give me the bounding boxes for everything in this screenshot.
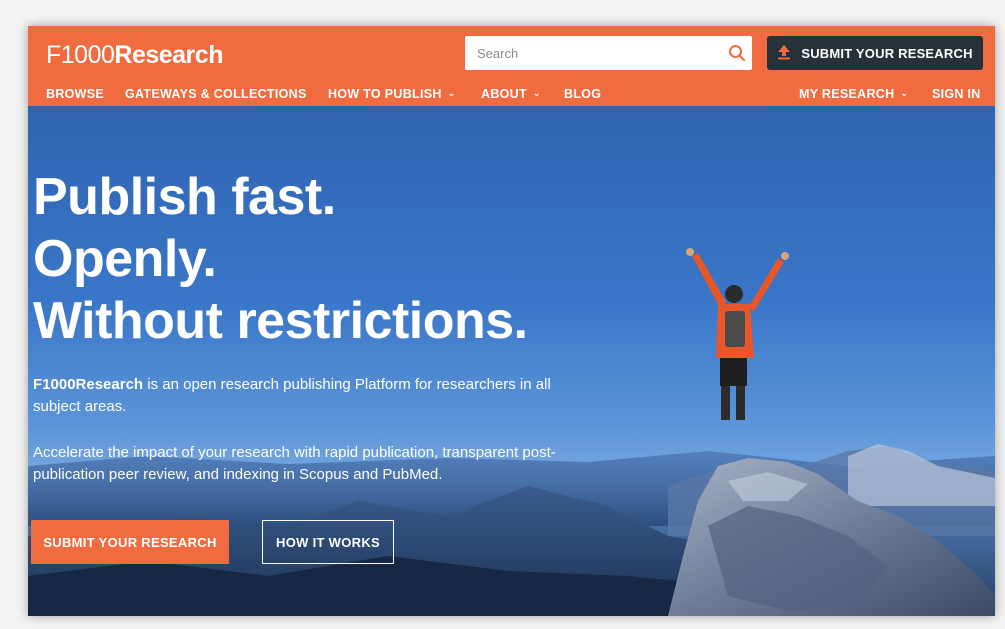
hero-intro-text: F1000Research is an open research publis… bbox=[33, 374, 593, 418]
how-it-works-button[interactable]: HOW IT WORKS bbox=[262, 520, 394, 564]
headline-line-2: Openly. bbox=[33, 230, 217, 288]
nav-how-to-publish[interactable]: HOW TO PUBLISH ⌄ bbox=[328, 87, 456, 101]
site-header: F1000Research SUBMIT YOUR RESEARCH BROWS… bbox=[28, 26, 995, 106]
search-input[interactable] bbox=[465, 36, 722, 70]
chevron-down-icon: ⌄ bbox=[900, 87, 909, 98]
nav-my-research[interactable]: MY RESEARCH ⌄ bbox=[799, 87, 908, 101]
page-frame: F1000Research SUBMIT YOUR RESEARCH BROWS… bbox=[28, 26, 995, 616]
logo-text-f1000: F1000 bbox=[46, 41, 115, 69]
nav-gateways-collections[interactable]: GATEWAYS & COLLECTIONS bbox=[125, 87, 307, 101]
nav-browse[interactable]: BROWSE bbox=[46, 87, 104, 101]
submit-research-button[interactable]: SUBMIT YOUR RESEARCH bbox=[31, 520, 229, 564]
headline-line-3: Without restrictions. bbox=[33, 292, 528, 350]
hero-headline: Publish fast. Openly. Without restrictio… bbox=[33, 166, 528, 352]
nav-browse-label: BROWSE bbox=[46, 87, 105, 101]
chevron-down-icon: ⌄ bbox=[447, 87, 456, 98]
headline-line-1: Publish fast. bbox=[33, 168, 336, 226]
nav-sign-in-label: SIGN IN bbox=[932, 87, 981, 101]
nav-sign-in[interactable]: SIGN IN bbox=[932, 87, 981, 101]
nav-about[interactable]: ABOUT ⌄ bbox=[481, 87, 541, 101]
nav-blog-label: BLOG bbox=[564, 87, 602, 101]
search-bar bbox=[465, 36, 752, 70]
site-logo[interactable]: F1000Research bbox=[46, 40, 223, 70]
logo-text-research: Research bbox=[114, 41, 223, 69]
brand-name: F1000Research bbox=[33, 376, 144, 393]
hiker-figure bbox=[686, 248, 789, 420]
submit-research-header-button[interactable]: SUBMIT YOUR RESEARCH bbox=[767, 36, 983, 70]
search-icon[interactable] bbox=[722, 36, 752, 70]
upload-icon bbox=[777, 44, 791, 63]
nav-how-to-publish-label: HOW TO PUBLISH bbox=[328, 87, 442, 101]
nav-about-label: ABOUT bbox=[481, 87, 527, 101]
nav-blog[interactable]: BLOG bbox=[564, 87, 601, 101]
nav-my-research-label: MY RESEARCH bbox=[799, 87, 895, 101]
main-nav: BROWSE GATEWAYS & COLLECTIONS HOW TO PUB… bbox=[28, 82, 995, 106]
submit-research-header-label: SUBMIT YOUR RESEARCH bbox=[801, 45, 973, 61]
nav-gateways-label: GATEWAYS & COLLECTIONS bbox=[125, 87, 307, 101]
chevron-down-icon: ⌄ bbox=[532, 87, 541, 98]
hero-paragraph: Accelerate the impact of your research w… bbox=[33, 444, 556, 483]
hero-section: Publish fast. Openly. Without restrictio… bbox=[28, 106, 995, 616]
